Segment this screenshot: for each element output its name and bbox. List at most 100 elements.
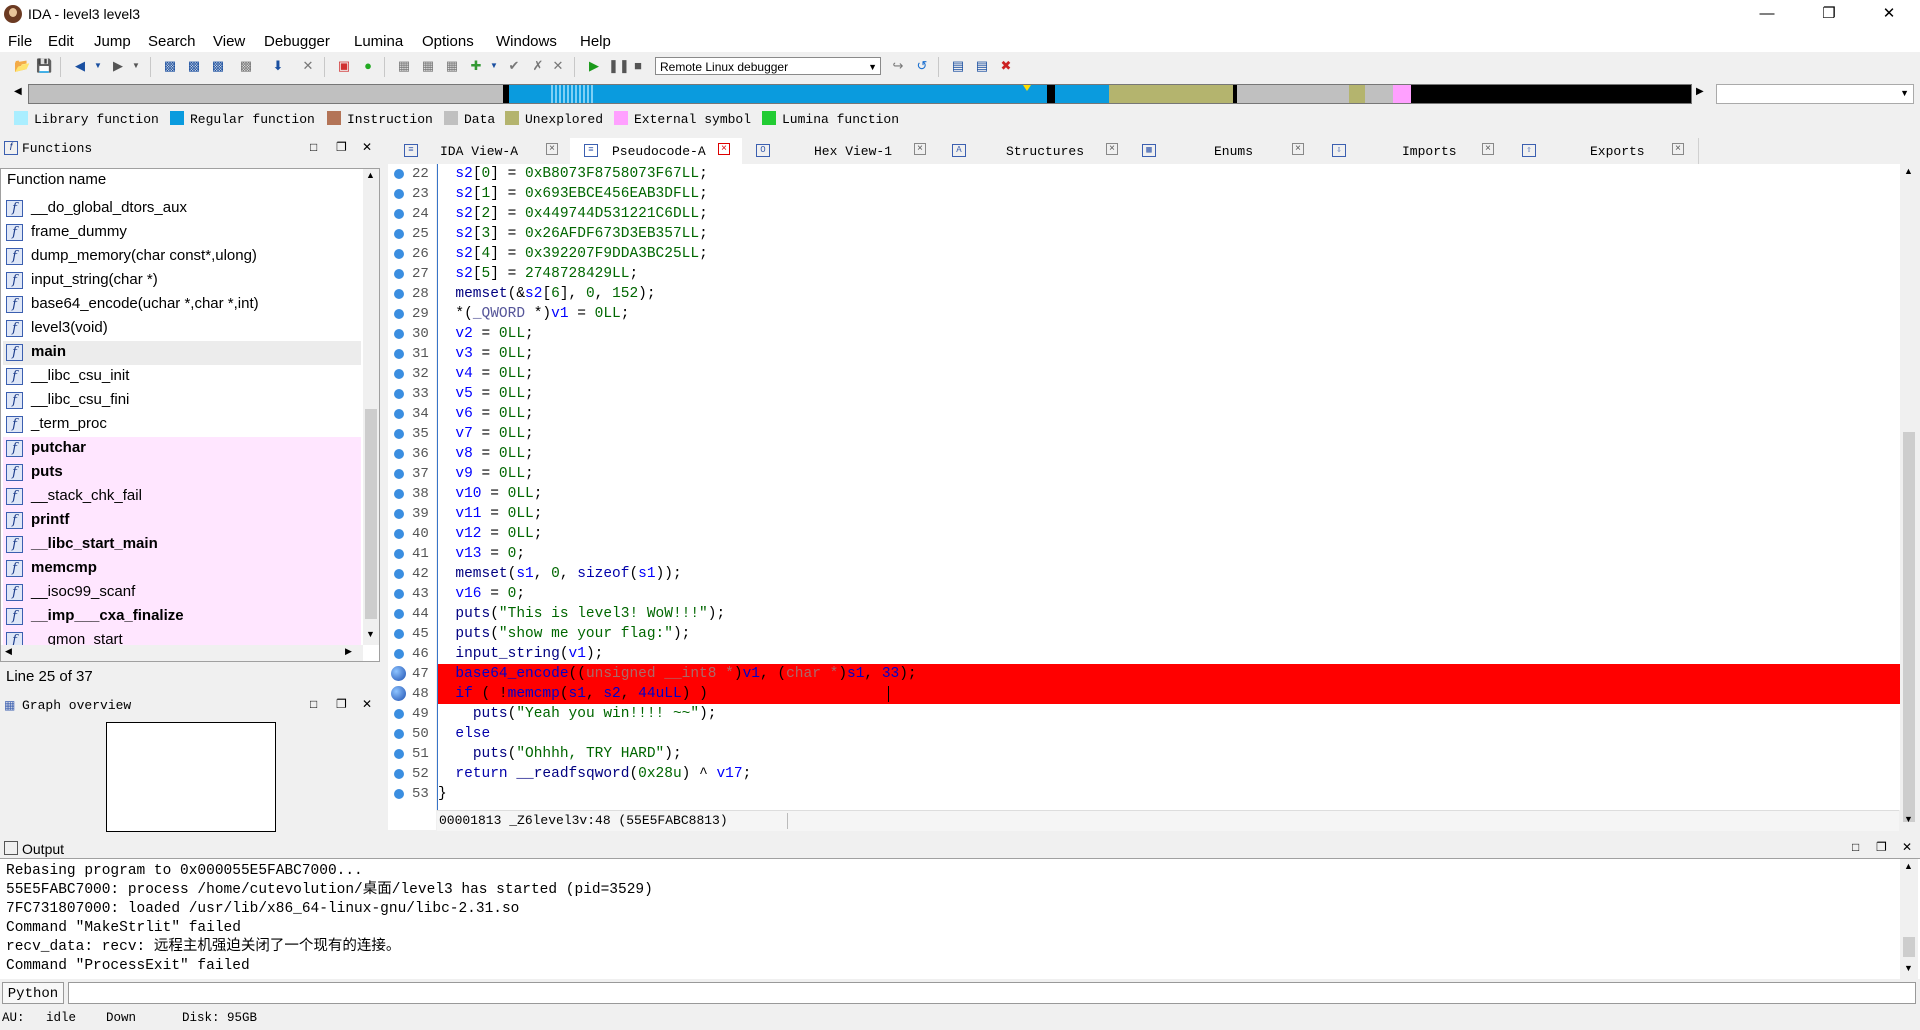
breakpoint-icon[interactable] <box>391 666 406 681</box>
gutter-line[interactable]: 40 <box>388 524 436 544</box>
line-marker-icon[interactable] <box>394 549 404 559</box>
pseudocode-view[interactable]: s2[0] = 0xB8073F8758073F67LL; s2[1] = 0x… <box>437 164 1900 810</box>
code-line[interactable]: v5 = 0LL; <box>438 384 1900 404</box>
code-line[interactable]: puts("Ohhhh, TRY HARD"); <box>438 744 1900 764</box>
function-list-item[interactable]: f main <box>3 341 361 365</box>
pause-icon[interactable]: ❚❚ <box>608 58 630 74</box>
graph-overview-canvas[interactable] <box>106 722 276 832</box>
menu-windows[interactable]: Windows <box>496 33 557 50</box>
line-marker-icon[interactable] <box>394 229 404 239</box>
gutter-line[interactable]: 30 <box>388 324 436 344</box>
line-marker-icon[interactable] <box>394 209 404 219</box>
gutter-line[interactable]: 50 <box>388 724 436 744</box>
line-marker-icon[interactable] <box>394 629 404 639</box>
panel-minimize-icon[interactable]: □ <box>310 140 317 154</box>
scroll-down-icon[interactable]: ▼ <box>1904 814 1913 824</box>
restore-icon[interactable]: ❐ <box>1806 0 1852 30</box>
menu-options[interactable]: Options <box>422 33 474 50</box>
line-marker-icon[interactable] <box>394 749 404 759</box>
output-scroll-thumb[interactable] <box>1903 937 1915 957</box>
code-line[interactable]: s2[2] = 0x449744D531221C6DLL; <box>438 204 1900 224</box>
close-icon[interactable]: ✕ <box>1866 0 1912 30</box>
function-list-item[interactable]: f memcmp <box>3 557 361 581</box>
scroll-down-icon[interactable]: ▼ <box>366 629 375 639</box>
add-breakpoint-icon[interactable]: ✚ <box>468 58 484 74</box>
code-line[interactable]: return __readfsqword(0x28u) ^ v17; <box>438 764 1900 784</box>
remove-icon[interactable]: ✗ <box>530 58 546 74</box>
menu-debugger[interactable]: Debugger <box>264 33 330 50</box>
line-marker-icon[interactable] <box>394 529 404 539</box>
output-vscrollbar[interactable]: ▲ ▼ <box>1900 859 1918 979</box>
code-line[interactable]: v16 = 0; <box>438 584 1900 604</box>
gutter-line[interactable]: 22 <box>388 164 436 184</box>
gutter-line[interactable]: 44 <box>388 604 436 624</box>
function-list-item[interactable]: f _term_proc <box>3 413 361 437</box>
tab-imports[interactable]: ⇩ Imports × <box>1318 138 1509 164</box>
tab-close-icon[interactable]: × <box>1292 143 1304 155</box>
menu-edit[interactable]: Edit <box>48 33 74 50</box>
function-list-item[interactable]: f __stack_chk_fail <box>3 485 361 509</box>
code-line[interactable]: s2[0] = 0xB8073F8758073F67LL; <box>438 164 1900 184</box>
back-arrow-icon[interactable]: ◀ <box>72 58 88 74</box>
code-gutter[interactable]: 22 23 24 25 26 27 28 29 30 31 32 33 34 35 36 37 38 39 40 41… <box>388 164 436 830</box>
function-list-item[interactable]: f puts <box>3 461 361 485</box>
gutter-line[interactable]: 25 <box>388 224 436 244</box>
panel-close-icon[interactable]: ✕ <box>1902 840 1912 854</box>
code-line[interactable]: if ( !memcmp(s1, s2, 44uLL) ) <box>438 684 1900 704</box>
menu-search[interactable]: Search <box>148 33 196 50</box>
nav-right-arrow-icon[interactable]: ▶ <box>1696 86 1704 97</box>
minimize-icon[interactable]: — <box>1744 0 1790 30</box>
panel-minimize-icon[interactable]: □ <box>310 697 317 711</box>
gutter-line[interactable]: 35 <box>388 424 436 444</box>
functions-scroll-thumb[interactable] <box>365 409 377 619</box>
panel-close-icon[interactable]: ✕ <box>362 697 372 711</box>
scroll-up-icon[interactable]: ▲ <box>1904 166 1913 176</box>
tab-structures[interactable]: A Structures × <box>938 138 1129 164</box>
line-marker-icon[interactable] <box>394 409 404 419</box>
code-line[interactable]: puts("Yeah you win!!!! ~~"); <box>438 704 1900 724</box>
breakpoint-icon[interactable] <box>391 686 406 701</box>
tab-pseudocode-a[interactable]: ≡ Pseudocode-A × <box>570 138 743 164</box>
tab-close-icon[interactable]: × <box>718 143 730 155</box>
code-line[interactable]: v6 = 0LL; <box>438 404 1900 424</box>
line-marker-icon[interactable] <box>394 309 404 319</box>
gutter-line[interactable]: 42 <box>388 564 436 584</box>
code-line[interactable]: s2[1] = 0x693EBCE456EAB3DFLL; <box>438 184 1900 204</box>
trace-options-icon[interactable]: ✖ <box>998 58 1014 74</box>
panel-close-icon[interactable]: ✕ <box>362 140 372 154</box>
gutter-line[interactable]: 24 <box>388 204 436 224</box>
tab-hex-view-1[interactable]: O Hex View-1 × <box>742 138 939 164</box>
play-icon[interactable]: ▶ <box>586 58 602 74</box>
functions-vscrollbar[interactable]: ▲ ▼ <box>363 169 379 645</box>
gutter-line[interactable]: 43 <box>388 584 436 604</box>
function-name-header[interactable]: Function name <box>7 171 106 188</box>
tab-enums[interactable]: ▦ Enums × <box>1128 138 1319 164</box>
function-list-item[interactable]: f level3(void) <box>3 317 361 341</box>
gutter-line[interactable]: 38 <box>388 484 436 504</box>
gutter-line[interactable]: 23 <box>388 184 436 204</box>
menu-jump[interactable]: Jump <box>94 33 131 50</box>
next-code-icon[interactable]: ▩ <box>238 58 254 74</box>
line-marker-icon[interactable] <box>394 429 404 439</box>
line-marker-icon[interactable] <box>394 269 404 279</box>
back-dropdown-icon[interactable]: ▼ <box>90 58 106 74</box>
segment-tool-icon[interactable]: ▦ <box>444 58 460 74</box>
line-marker-icon[interactable] <box>394 329 404 339</box>
panel-float-icon[interactable]: ❐ <box>336 697 347 711</box>
menu-help[interactable]: Help <box>580 33 611 50</box>
function-list-item[interactable]: f base64_encode(uchar *,char *,int) <box>3 293 361 317</box>
gutter-line[interactable]: 34 <box>388 404 436 424</box>
gutter-line[interactable]: 51 <box>388 744 436 764</box>
navigation-band[interactable] <box>28 84 1692 104</box>
tab-close-icon[interactable]: × <box>1106 143 1118 155</box>
line-marker-icon[interactable] <box>394 169 404 179</box>
line-marker-icon[interactable] <box>394 469 404 479</box>
tracing-icon[interactable]: ▤ <box>974 58 990 74</box>
panel-float-icon[interactable]: ❐ <box>336 140 347 154</box>
immediate-search-icon[interactable]: ▩ <box>210 58 226 74</box>
line-marker-icon[interactable] <box>394 369 404 379</box>
line-marker-icon[interactable] <box>394 589 404 599</box>
command-input[interactable] <box>68 982 1916 1004</box>
function-list-item[interactable]: f __do_global_dtors_aux <box>3 197 361 221</box>
code-line[interactable]: } <box>438 784 1900 804</box>
